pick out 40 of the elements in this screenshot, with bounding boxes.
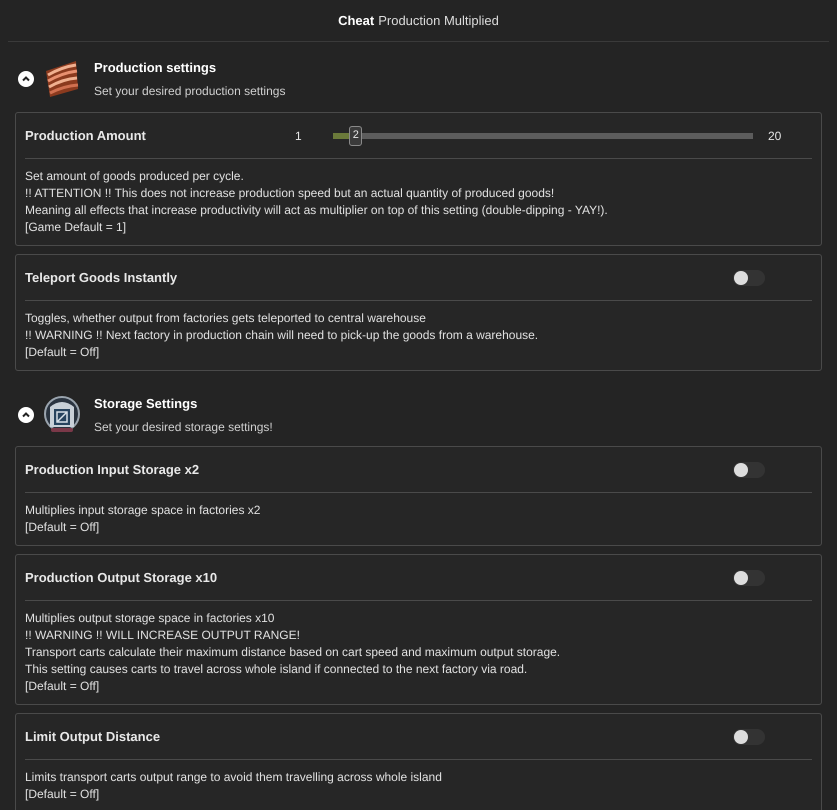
setting-label: Teleport Goods Instantly [25, 268, 178, 287]
description-line: [Default = Off] [25, 786, 100, 803]
description-line: This setting causes carts to travel across whole island if connected to the next factory via road. [25, 661, 528, 678]
section-title: Production settings [94, 59, 218, 78]
description-line: Multiplies input storage space in factories x2 [25, 502, 262, 519]
setting-label: Production Amount [25, 126, 147, 145]
window-title-prefix: Cheat [338, 12, 374, 30]
section-subtitle: Set your desired production settings [94, 82, 286, 100]
slider-thumb[interactable]: 2 [349, 126, 362, 146]
section-title: Storage Settings [94, 395, 198, 414]
description-line: Limits transport carts output range to avoid them travelling across whole island [25, 769, 443, 786]
chevron-up-icon [21, 410, 31, 420]
collapse-button[interactable] [18, 407, 34, 423]
warehouse-icon [44, 396, 80, 432]
section-subtitle: Set your desired storage settings! [94, 418, 273, 436]
chevron-up-icon [21, 74, 31, 84]
toggle-switch[interactable] [733, 570, 765, 586]
collapse-button[interactable] [18, 71, 34, 87]
description-line: [Default = Off] [25, 344, 100, 361]
setting-label: Limit Output Distance [25, 728, 162, 746]
description-line: Multiplies output storage space in factories x10 [25, 610, 276, 627]
description-line: Set amount of goods produced per cycle. [25, 168, 245, 185]
description-line: [Default = Off] [25, 678, 100, 695]
toggle-switch[interactable] [733, 462, 765, 478]
description-line: !! ATTENTION !! This does not increase production speed but an actual quantity of produced goods! [25, 185, 556, 202]
window-title: Production Multiplied [378, 12, 499, 30]
description-line: [Default = Off] [25, 519, 100, 536]
fabric-icon [46, 61, 78, 97]
description-line: [Game Default = 1] [25, 219, 128, 236]
description-line: !! WARNING !! WILL INCREASE OUTPUT RANGE! [25, 627, 301, 644]
slider-max-label: 20 [768, 128, 782, 144]
description-line: !! WARNING !! Next factory in production chain will need to pick-up the goods from a warehouse. [25, 327, 540, 344]
setting-label: Production Output Storage x10 [25, 568, 218, 587]
description-line: Meaning all effects that increase productivity will act as multiplier on top of this setting (double-dipping - YAY!). [25, 202, 609, 219]
slider-min-label: 1 [295, 128, 303, 144]
description-line: Transport carts calculate their maximum distance based on cart speed and maximum output storage. [25, 644, 562, 661]
setting-label: Production Input Storage x2 [25, 460, 200, 479]
toggle-switch[interactable] [733, 270, 765, 286]
toggle-switch[interactable] [733, 728, 765, 744]
description-line: Toggles, whether output from factories gets teleported to central warehouse [25, 310, 427, 327]
